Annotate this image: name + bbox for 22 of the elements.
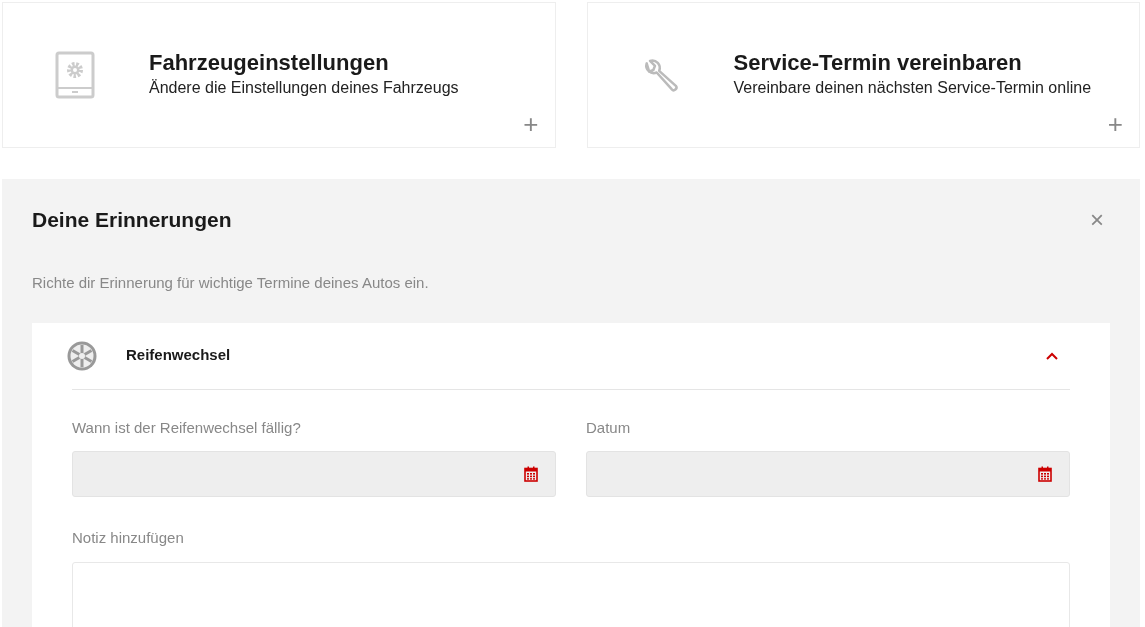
panel-description: Richte dir Erinnerung für wichtige Termine deines Autos ein. [32, 273, 430, 294]
calendar-icon [1038, 466, 1052, 483]
field-label: Datum [586, 417, 632, 438]
wheel-icon [66, 339, 98, 372]
tile-subtitle: Ändere die Einstellungen deines Fahrzeugs [149, 78, 459, 99]
date-field[interactable] [72, 451, 556, 498]
expand-button[interactable]: + [1107, 111, 1123, 137]
section-title: Reifenwechsel [126, 345, 232, 366]
field-label: Wann ist der Reifenwechsel fällig? [72, 417, 302, 438]
tile-subtitle: Vereinbare deinen nächsten Service-Termin online [733, 78, 1092, 99]
expand-button[interactable]: + [523, 111, 539, 137]
tile-title: Service-Termin vereinbaren [733, 49, 1023, 77]
calendar-icon [524, 466, 538, 483]
field-label: Notiz hinzufügen [72, 528, 185, 549]
tablet-gear-icon [55, 51, 95, 99]
chevron-icon [1046, 352, 1058, 361]
date-field[interactable] [586, 451, 1070, 498]
tile-title: Fahrzeugeinstellungen [149, 49, 390, 77]
tile-card[interactable]: Service-Termin vereinbaren Vereinbare deinen nächsten Service-Termin online + [586, 2, 1140, 148]
close-button[interactable]: × [1090, 207, 1104, 232]
panel-title: Deine Erinnerungen [32, 207, 232, 233]
tile-card[interactable]: Fahrzeugeinstellungen Ändere die Einstellungen deines Fahrzeugs + [2, 2, 556, 148]
